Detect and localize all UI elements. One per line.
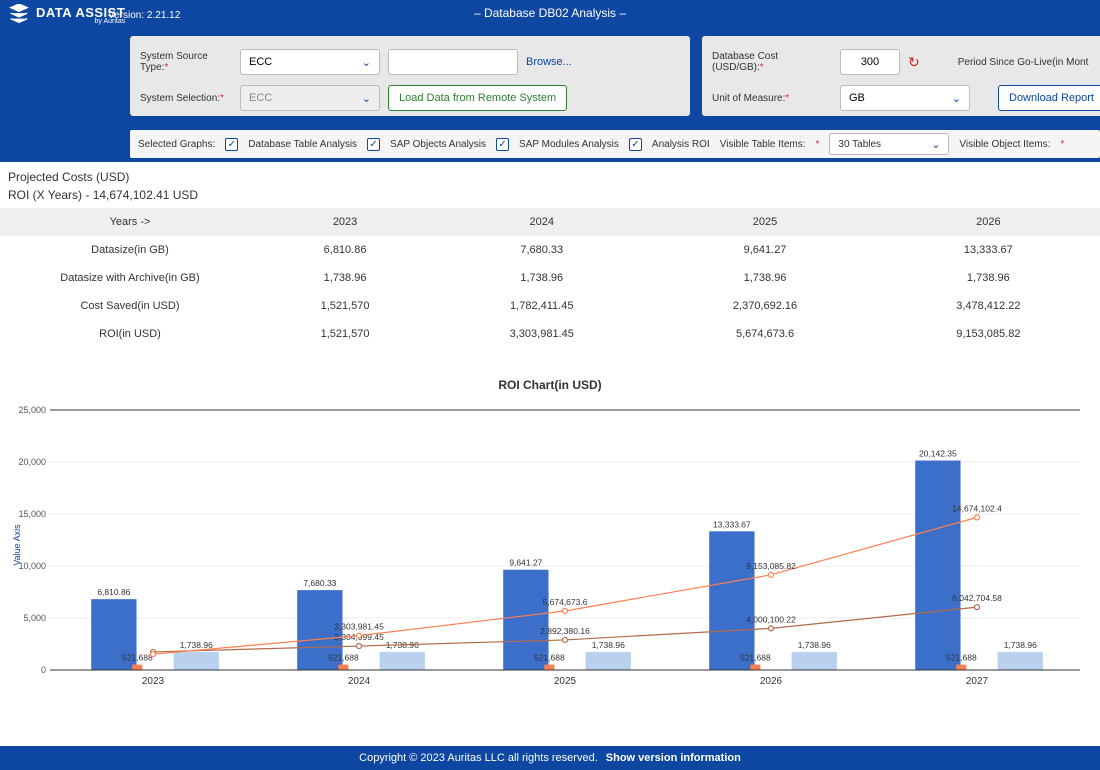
footer: Copyright © 2023 Auritas LLC all rights … [0,746,1100,770]
settings-panel: Database Cost (USD/GB):* ↻ Period Since … [702,36,1100,116]
top-bar: DATA ASSIST by Auritas Version: 2.21.12 … [0,0,1100,162]
svg-text:1,738.96: 1,738.96 [1004,640,1037,650]
system-selection-select[interactable]: ECC⌄ [240,85,380,111]
checkbox-db-table[interactable]: ✓ [225,138,238,151]
filter-item: Database Table Analysis [248,139,357,150]
footer-version-link[interactable]: Show version information [606,752,741,764]
chevron-down-icon: ⌄ [362,92,371,105]
refresh-icon[interactable]: ↻ [908,54,920,71]
svg-text:5,000: 5,000 [23,613,46,623]
page-title: – Database DB02 Analysis – [474,6,626,20]
download-report-button[interactable]: Download Report [998,85,1100,111]
load-data-button[interactable]: Load Data from Remote System [388,85,567,111]
projected-costs-heading: Projected Costs (USD) [0,168,1100,186]
chevron-down-icon: ⌄ [362,56,371,69]
filter-item: SAP Modules Analysis [519,139,619,150]
table-header-row: Years -> 2023 2024 2025 2026 [0,208,1100,236]
system-source-type-select[interactable]: ECC⌄ [240,49,380,75]
checkbox-sap-objects[interactable]: ✓ [367,138,380,151]
year-col: 2026 [877,208,1100,236]
source-text-input[interactable] [388,49,518,75]
svg-text:0: 0 [41,665,46,675]
svg-text:2,892,380.16: 2,892,380.16 [540,626,590,636]
logo-icon [8,4,30,26]
db-cost-input[interactable] [840,49,900,75]
svg-text:25,000: 25,000 [18,405,46,415]
svg-text:2024: 2024 [348,676,371,687]
svg-text:20,142.35: 20,142.35 [919,449,957,459]
uom-label: Unit of Measure:* [712,93,832,104]
table-row: ROI(in USD)1,521,5703,303,981.455,674,67… [0,320,1100,348]
content: Projected Costs (USD) ROI (X Years) - 14… [0,168,1100,688]
svg-text:1,738.96: 1,738.96 [592,640,625,650]
svg-text:2027: 2027 [966,676,989,687]
svg-text:10,000: 10,000 [18,561,46,571]
checkbox-sap-modules[interactable]: ✓ [496,138,509,151]
svg-text:13,333.67: 13,333.67 [713,519,751,529]
svg-text:7,680.33: 7,680.33 [303,578,336,588]
browse-link[interactable]: Browse... [526,56,572,68]
filter-item: SAP Objects Analysis [390,139,486,150]
svg-text:9,153,085.82: 9,153,085.82 [746,561,796,571]
svg-text:9,641.27: 9,641.27 [509,558,542,568]
svg-text:1,738.96: 1,738.96 [798,640,831,650]
source-panel: System Source Type:* ECC⌄ Browse... Syst… [130,36,690,116]
svg-text:2023: 2023 [142,676,165,687]
year-col: 2025 [653,208,876,236]
svg-text:1,738.96: 1,738.96 [180,640,213,650]
svg-text:Value Axis: Value Axis [12,524,22,566]
years-header: Years -> [0,208,260,236]
visible-tables-select[interactable]: 30 Tables⌄ [829,133,949,155]
roi-table: Years -> 2023 2024 2025 2026 Datasize(in… [0,208,1100,348]
svg-text:3,303,981.45: 3,303,981.45 [334,622,384,632]
roi-chart-svg: 0 5,000 10,000 15,000 20,000 25,000 Value Axis… [10,400,1090,690]
svg-text:6,810.86: 6,810.86 [97,587,130,597]
svg-text:521,688: 521,688 [534,653,565,663]
svg-text:521,688: 521,688 [946,653,977,663]
filter-bar: Selected Graphs: ✓ Database Table Analysi… [130,130,1100,158]
selected-graphs-label: Selected Graphs: [138,139,215,150]
svg-text:5,674,673.6: 5,674,673.6 [543,597,588,607]
svg-text:521,688: 521,688 [740,653,771,663]
table-row: Datasize(in GB)6,810.867,680.339,641.271… [0,236,1100,264]
year-col: 2024 [430,208,653,236]
roi-summary-heading: ROI (X Years) - 14,674,102.41 USD [0,186,1100,204]
svg-text:521,688: 521,688 [328,653,359,663]
system-source-type-label: System Source Type:* [140,51,232,73]
version-label: Version: 2.21.12 [108,10,180,21]
svg-text:4,000,100.22: 4,000,100.22 [746,614,796,624]
roi-chart: ROI Chart(in USD) 0 5,000 10,000 15,000 20,0… [0,378,1100,688]
visible-tables-label: Visible Table Items: [720,139,806,150]
chevron-down-icon: ⌄ [931,138,940,151]
footer-copyright: Copyright © 2023 Auritas LLC all rights … [359,752,598,764]
svg-text:6,042,704.58: 6,042,704.58 [952,593,1002,603]
visible-objects-label: Visible Object Items: [959,139,1050,150]
table-row: Cost Saved(in USD)1,521,5701,782,411.452… [0,292,1100,320]
uom-select[interactable]: GB⌄ [840,85,970,111]
db-cost-label: Database Cost (USD/GB):* [712,51,832,73]
svg-text:521,688: 521,688 [122,653,153,663]
svg-text:2026: 2026 [760,676,783,687]
table-row: Datasize with Archive(in GB)1,738.961,73… [0,264,1100,292]
chevron-down-icon: ⌄ [952,92,961,105]
system-selection-label: System Selection:* [140,93,232,104]
chart-title: ROI Chart(in USD) [0,378,1100,392]
filter-item: Analysis ROI [652,139,710,150]
svg-text:2025: 2025 [554,676,577,687]
svg-text:20,000: 20,000 [18,457,46,467]
period-label: Period Since Go-Live(in Mont [958,57,1089,68]
year-col: 2023 [260,208,430,236]
checkbox-roi[interactable]: ✓ [629,138,642,151]
svg-text:15,000: 15,000 [18,509,46,519]
svg-text:14,674,102.4: 14,674,102.4 [952,503,1002,513]
